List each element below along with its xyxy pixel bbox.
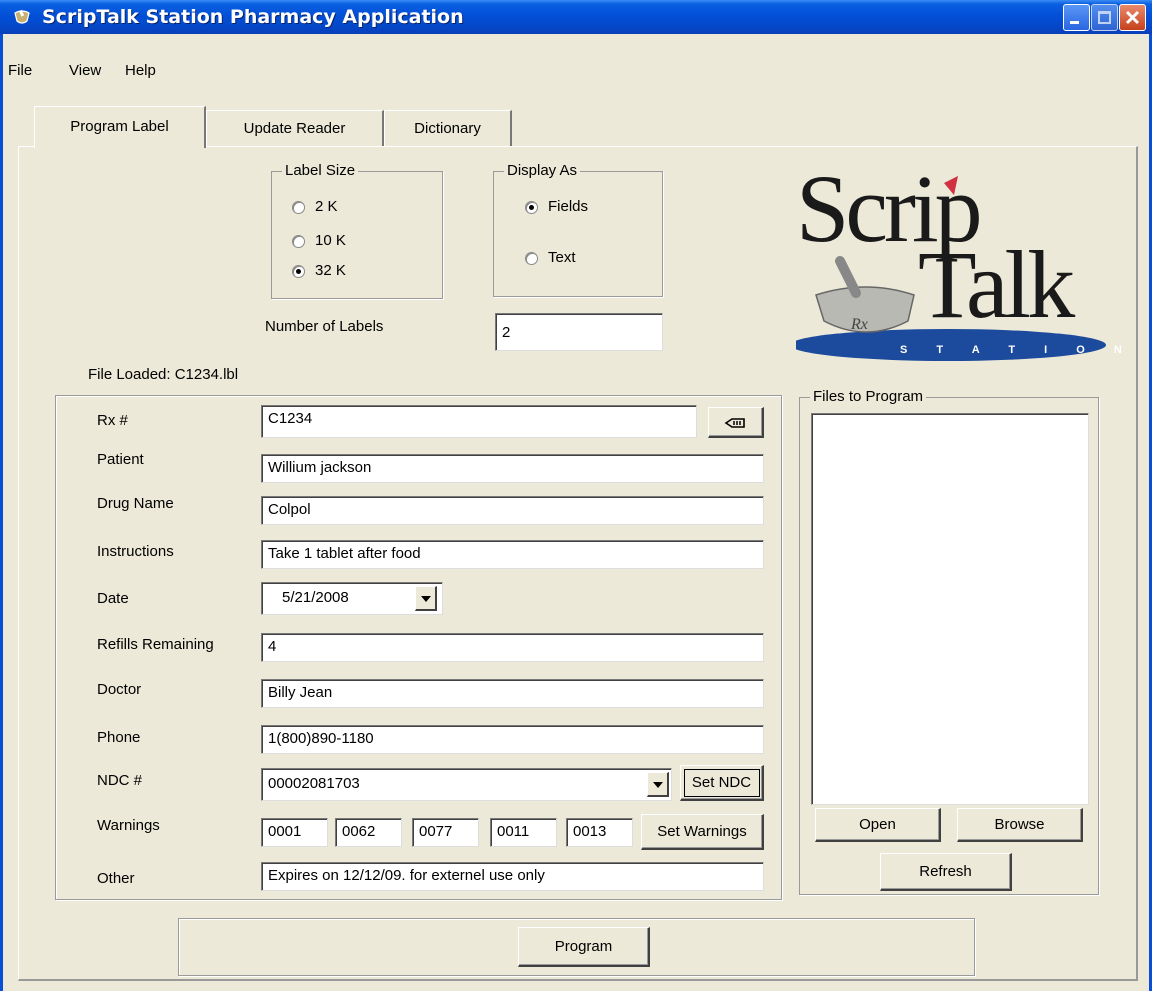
phone-label: Phone [97,729,141,746]
radio-fields[interactable]: Fields [525,198,588,215]
browse-button[interactable]: Browse [957,808,1083,842]
close-icon [1125,10,1140,25]
radio-indicator [525,251,538,265]
radio-indicator [292,200,305,214]
display-as-group: Display As [493,162,663,297]
patient-label: Patient [97,451,144,468]
refills-input[interactable]: 4 [261,633,764,662]
window-title: ScripTalk Station Pharmacy Application [42,6,464,28]
date-label: Date [97,590,129,607]
instructions-input[interactable]: Take 1 tablet after food [261,540,764,569]
doctor-label: Doctor [97,681,142,698]
app-icon [14,9,30,24]
logo-talk-text: Talk [918,231,1075,338]
rx-label: Rx # [97,412,128,429]
maximize-button[interactable] [1091,4,1118,31]
radio-indicator [292,234,305,248]
refresh-button[interactable]: Refresh [880,853,1012,891]
number-of-labels-input[interactable]: 2 [495,313,663,351]
scanner-icon [724,417,745,428]
other-label: Other [97,870,135,887]
set-ndc-button[interactable]: Set NDC [680,765,764,801]
radio-10k[interactable]: 10 K [292,232,346,249]
radio-2k[interactable]: 2 K [292,198,338,215]
drug-name-label: Drug Name [97,495,174,512]
ndc-combobox[interactable]: 00002081703 [261,768,672,801]
ndc-dropdown-button[interactable] [647,772,669,797]
ndc-label: NDC # [97,772,143,789]
warning-code-2[interactable]: 0062 [335,818,402,847]
date-dropdown-button[interactable] [415,586,437,611]
menu-help[interactable]: Help [125,62,156,79]
scan-button[interactable] [708,407,764,438]
radio-32k[interactable]: 32 K [292,262,346,279]
date-value: 5/21/2008 [282,589,349,606]
warning-code-4[interactable]: 0011 [490,818,557,847]
set-warnings-button[interactable]: Set Warnings [641,814,764,850]
label-size-legend: Label Size [282,162,359,179]
other-input[interactable]: Expires on 12/12/09. for externel use on… [261,862,764,891]
number-of-labels-label: Number of Labels [265,318,384,335]
ndc-value: 00002081703 [268,775,360,792]
logo-station-text: S T A T I O N [900,344,1135,356]
instructions-label: Instructions [97,543,174,560]
open-button[interactable]: Open [815,808,941,842]
title-bar: ScripTalk Station Pharmacy Application [0,0,1152,34]
tab-update-reader[interactable]: Update Reader [206,110,384,146]
warning-code-5[interactable]: 0013 [566,818,633,847]
menu-view[interactable]: View [69,62,101,79]
close-button[interactable] [1119,4,1146,31]
refills-label: Refills Remaining [97,636,214,653]
warning-code-1[interactable]: 0001 [261,818,328,847]
radio-indicator-selected [525,200,538,214]
minimize-button[interactable] [1063,4,1090,31]
radio-indicator-selected [292,264,305,278]
display-as-legend: Display As [504,162,581,179]
maximize-icon [1098,11,1111,24]
rx-input[interactable]: C1234 [261,405,697,438]
tab-program-label[interactable]: Program Label [34,106,206,148]
phone-input[interactable]: 1(800)890-1180 [261,725,764,754]
menu-file[interactable]: File [8,62,32,79]
tab-dictionary[interactable]: Dictionary [384,110,512,146]
drug-name-input[interactable]: Colpol [261,496,764,525]
logo-rx-text: Rx [851,316,868,333]
files-to-program-legend: Files to Program [810,388,927,405]
warning-code-3[interactable]: 0077 [412,818,479,847]
file-loaded-text: File Loaded: C1234.lbl [88,366,239,383]
minimize-icon [1070,21,1079,24]
radio-text[interactable]: Text [525,249,576,266]
warnings-label: Warnings [97,817,160,834]
program-button[interactable]: Program [518,927,650,967]
scriptalk-logo: Scrip Talk Rx S T A T I O N [790,161,1122,364]
patient-input[interactable]: Willium jackson [261,454,764,483]
doctor-input[interactable]: Billy Jean [261,679,764,708]
files-list[interactable] [811,413,1089,805]
